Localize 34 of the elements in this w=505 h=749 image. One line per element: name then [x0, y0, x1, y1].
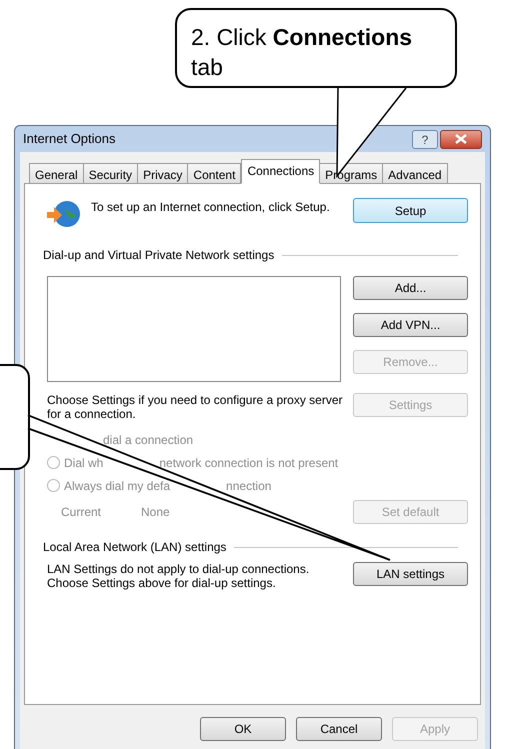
setup-button[interactable]: Setup [353, 198, 468, 223]
current-label: Current [61, 504, 102, 521]
radio-label: network connection is not present [159, 454, 338, 472]
section-title: Local Area Network (LAN) settings [43, 539, 226, 556]
tab[interactable]: General [29, 163, 84, 184]
tab[interactable]: Privacy [137, 163, 188, 184]
dialog-button[interactable]: Add VPN... [353, 313, 468, 337]
dialog-button[interactable]: Add... [353, 276, 468, 300]
proxy-text: Choose Settings if you need to configure a proxy server for a connection. [47, 393, 344, 421]
connections-list[interactable] [47, 276, 341, 382]
radio-button[interactable] [47, 479, 60, 492]
tab[interactable]: Advanced [382, 163, 448, 184]
section-title: Dial-up and Virtual Private Network settings [43, 247, 274, 264]
dialog-button[interactable]: Cancel [296, 717, 382, 741]
tab[interactable]: Content [187, 163, 242, 184]
globe-icon [47, 198, 81, 230]
help-button[interactable]: ? [412, 130, 438, 148]
window-title: Internet Options [23, 130, 116, 148]
lan-text: LAN Settings do not apply to dial-up connections. Choose Settings above for dial-up settings. [47, 562, 310, 590]
radio-button[interactable] [47, 456, 60, 469]
tab[interactable]: Programs [319, 163, 384, 184]
close-button[interactable] [440, 130, 482, 148]
close-icon [455, 134, 467, 144]
callout-text: 2. Click Connections tab [191, 24, 412, 80]
radio-label: Always dial my defa [64, 478, 170, 494]
tab[interactable]: Security [82, 163, 138, 184]
setup-text: To set up an Internet connection, click Setup. [91, 199, 331, 214]
radio-label: dial a connection [103, 432, 194, 448]
tab[interactable]: Connections [241, 159, 320, 184]
dialog-button[interactable]: LAN settings [353, 562, 468, 586]
radio-label: nnection [226, 478, 272, 494]
current-value: None [141, 504, 170, 521]
dialog-button[interactable]: OK [200, 717, 286, 741]
radio-label: Dial wh [64, 454, 104, 472]
